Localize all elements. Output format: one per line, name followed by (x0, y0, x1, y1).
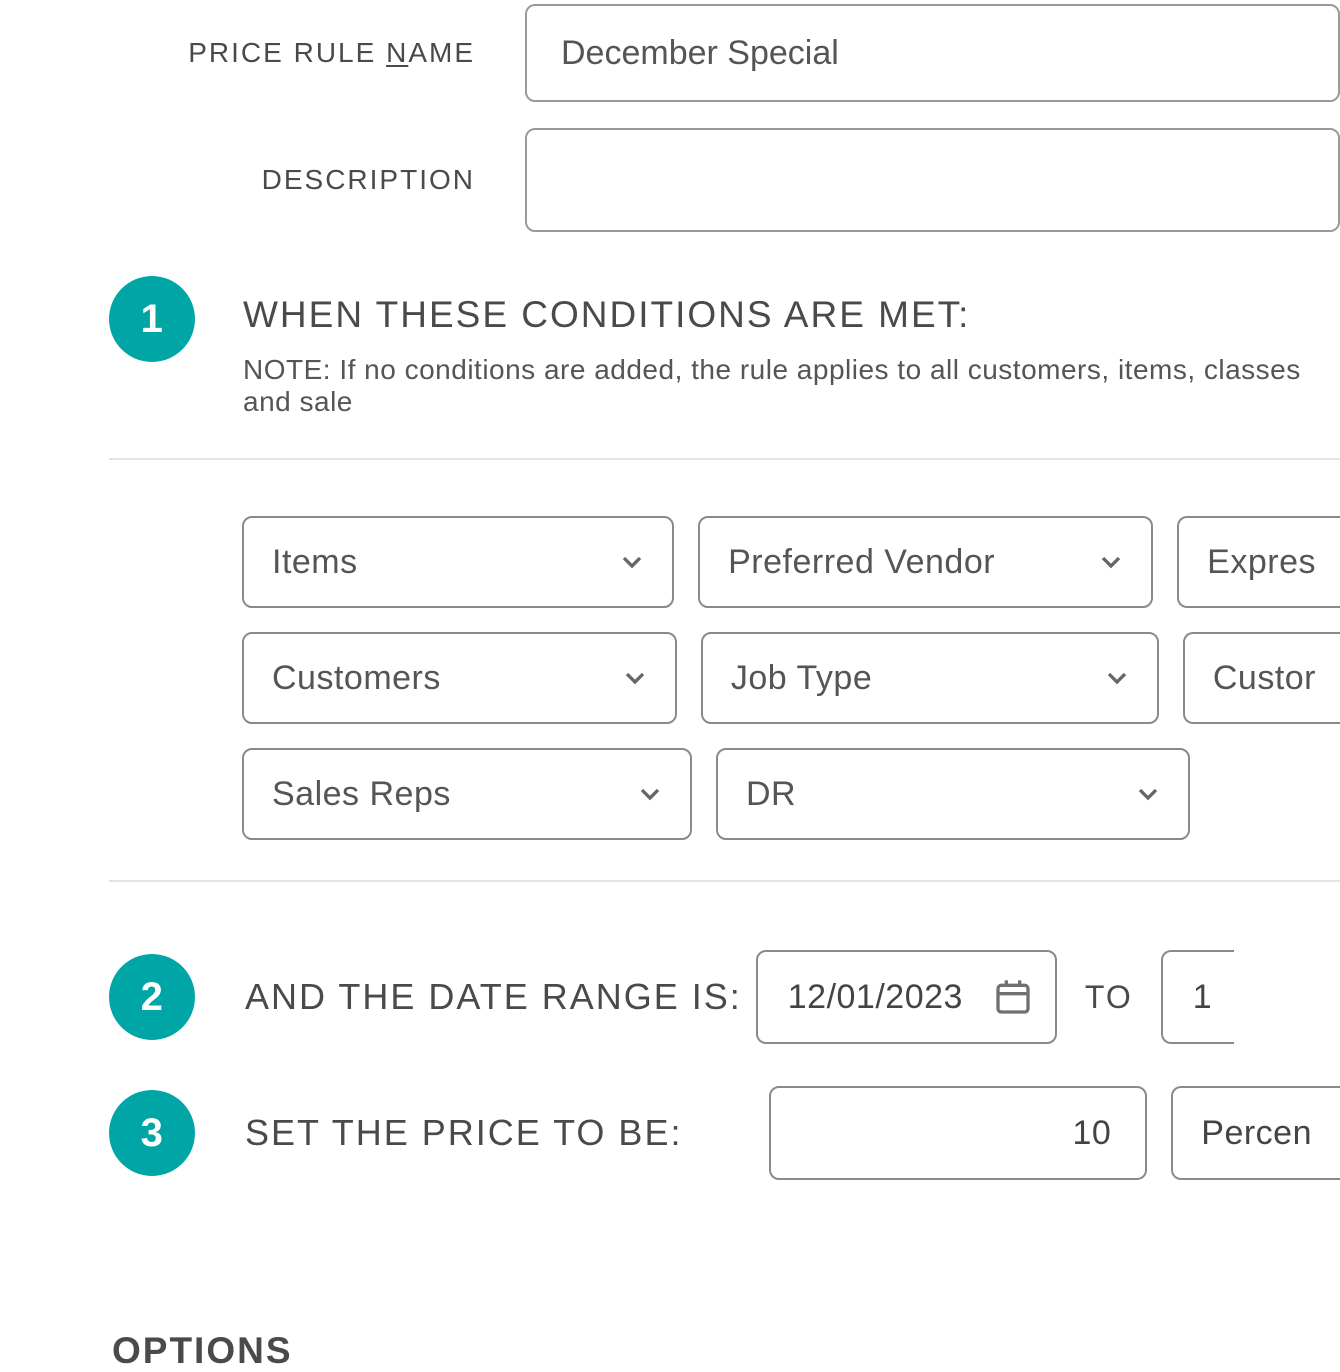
dropdown-vendor-value[interactable]: Expres (1177, 516, 1340, 608)
description-label: DESCRIPTION (0, 164, 525, 196)
chevron-down-icon (1095, 546, 1127, 578)
chevron-down-icon (1132, 778, 1164, 810)
chevron-down-icon (616, 546, 648, 578)
dropdown-rep-value[interactable]: DR (716, 748, 1190, 840)
dropdown-job-type[interactable]: Job Type (701, 632, 1159, 724)
divider (109, 880, 1340, 882)
dropdown-customers[interactable]: Customers (242, 632, 677, 724)
price-unit-dropdown[interactable]: Percen (1171, 1086, 1340, 1180)
step1-heading: WHEN THESE CONDITIONS ARE MET: (243, 294, 1340, 336)
end-date-field[interactable]: 1 (1161, 950, 1234, 1044)
divider (109, 458, 1340, 460)
dropdown-sales-reps[interactable]: Sales Reps (242, 748, 692, 840)
name-label: PRICE RULE NAME (0, 37, 525, 69)
chevron-down-icon (619, 662, 651, 694)
calendar-icon (993, 977, 1033, 1017)
chevron-down-icon (1101, 662, 1133, 694)
name-field[interactable] (525, 4, 1340, 102)
step3-label: SET THE PRICE TO BE: (245, 1112, 755, 1154)
to-label: TO (1085, 979, 1133, 1016)
step1-note: NOTE: If no conditions are added, the ru… (243, 354, 1340, 418)
start-date-field[interactable]: 12/01/2023 (756, 950, 1057, 1044)
description-field[interactable] (525, 128, 1340, 232)
step2-badge: 2 (109, 954, 195, 1040)
step2-label: AND THE DATE RANGE IS: (245, 976, 742, 1018)
step3-badge: 3 (109, 1090, 195, 1176)
options-heading: OPTIONS (112, 1330, 1340, 1372)
chevron-down-icon (634, 778, 666, 810)
step1-badge: 1 (109, 276, 195, 362)
dropdown-items[interactable]: Items (242, 516, 674, 608)
price-value-field[interactable]: 10 (769, 1086, 1148, 1180)
dropdown-customer-value[interactable]: Custor (1183, 632, 1340, 724)
dropdown-preferred-vendor[interactable]: Preferred Vendor (698, 516, 1153, 608)
